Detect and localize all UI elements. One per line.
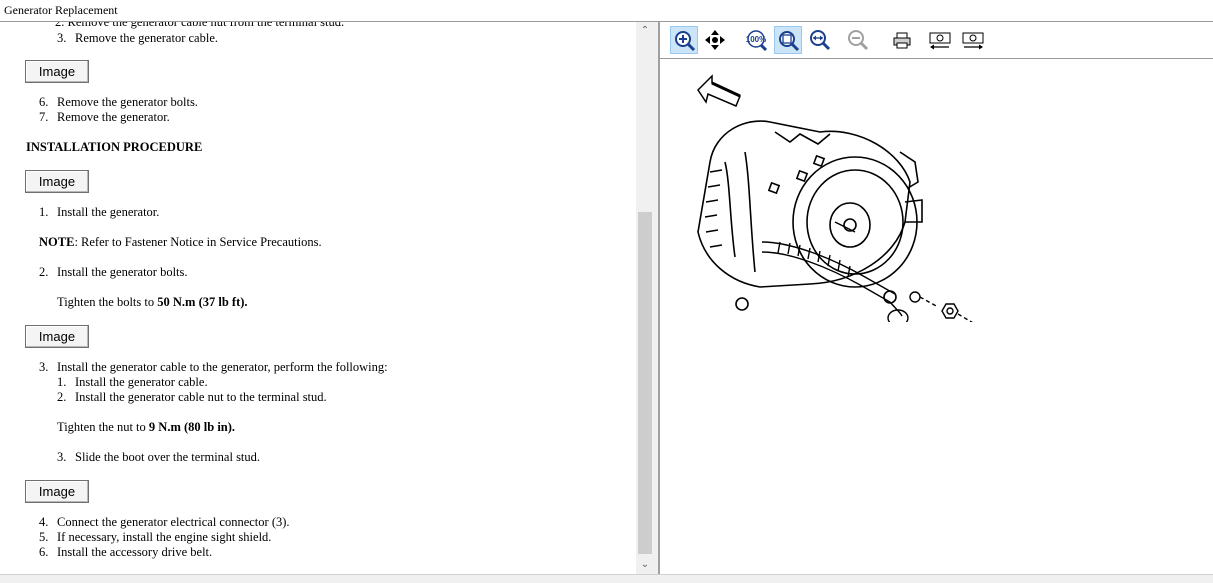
list-item: 5. If necessary, install the engine sight… — [39, 530, 272, 544]
scroll-thumb[interactable] — [638, 212, 652, 554]
zoom-out-button[interactable] — [844, 26, 872, 54]
pan-button[interactable] — [701, 26, 729, 54]
list-item: 6. Install the accessory drive belt. — [39, 545, 213, 559]
image-button[interactable]: Image — [25, 170, 89, 193]
generator-body — [697, 120, 923, 311]
image-viewer-pane: 100% — [660, 22, 1213, 574]
print-button[interactable] — [888, 26, 916, 54]
zoom-fit-button[interactable] — [774, 26, 802, 54]
zoom-100-button[interactable]: 100% — [742, 26, 770, 54]
note-text: : Refer to Fastener Notice in Service Pr… — [74, 235, 322, 249]
sub-list-item: 3. Slide the boot over the terminal stud. — [57, 450, 261, 464]
next-image-button[interactable] — [958, 26, 986, 54]
image-button[interactable]: Image — [25, 60, 89, 83]
zoom-in-icon — [675, 31, 696, 52]
note-label: NOTE — [39, 235, 75, 249]
zoom-in-button[interactable] — [670, 26, 698, 54]
sub-list-item: 1. Install the generator cable. — [57, 375, 208, 389]
generator-illustration — [697, 74, 973, 322]
zoom-100-icon: 100% — [746, 30, 767, 51]
procedure-pane[interactable]: 2. Remove the generator cable nut from t… — [0, 22, 636, 574]
list-item: 7. Remove the generator. — [39, 110, 170, 124]
zoom-fit-icon — [779, 31, 800, 52]
previous-image-icon — [929, 32, 951, 50]
list-item: 3. Remove the generator cable. — [57, 31, 218, 45]
note-line: NOTE: Refer to Fastener Notice in Servic… — [39, 235, 322, 250]
zoom-width-icon — [810, 30, 831, 51]
previous-image-button[interactable] — [925, 26, 953, 54]
list-item: 1. Install the generator. — [39, 205, 160, 219]
list-item: 2. Install the generator bolts. — [39, 265, 188, 279]
scroll-up-icon[interactable]: ⌃ — [636, 22, 654, 40]
image-button[interactable]: Image — [25, 325, 89, 348]
zoom-width-button[interactable] — [806, 26, 834, 54]
sub-list-item: 2. Install the generator cable nut to the… — [57, 390, 327, 404]
vertical-scrollbar[interactable]: ⌃ ⌄ — [636, 22, 654, 574]
scroll-down-icon[interactable]: ⌄ — [636, 556, 654, 574]
zoom-out-icon — [848, 30, 869, 51]
image-toolbar: 100% — [660, 22, 1213, 59]
torque-spec-nut: Tighten the nut to 9 N.m (80 lb in). — [57, 420, 236, 434]
installation-heading: INSTALLATION PROCEDURE — [26, 140, 203, 154]
pan-icon — [705, 30, 725, 50]
partial-step-line: 2. Remove the generator cable nut from t… — [55, 22, 345, 29]
torque-spec-bolts: Tighten the bolts to 50 N.m (37 lb ft). — [57, 295, 248, 309]
next-image-icon — [962, 32, 984, 50]
list-item: 3. Install the generator cable to the gen… — [39, 360, 388, 374]
window-title: Generator Replacement — [0, 0, 1213, 20]
direction-arrow-icon — [697, 74, 741, 107]
list-item: 6. Remove the generator bolts. — [39, 95, 198, 109]
list-item: 4. Connect the generator electrical conne… — [39, 515, 290, 529]
zoom-100-label: 100% — [746, 35, 766, 44]
image-button[interactable]: Image — [25, 480, 89, 503]
print-icon — [893, 32, 911, 49]
